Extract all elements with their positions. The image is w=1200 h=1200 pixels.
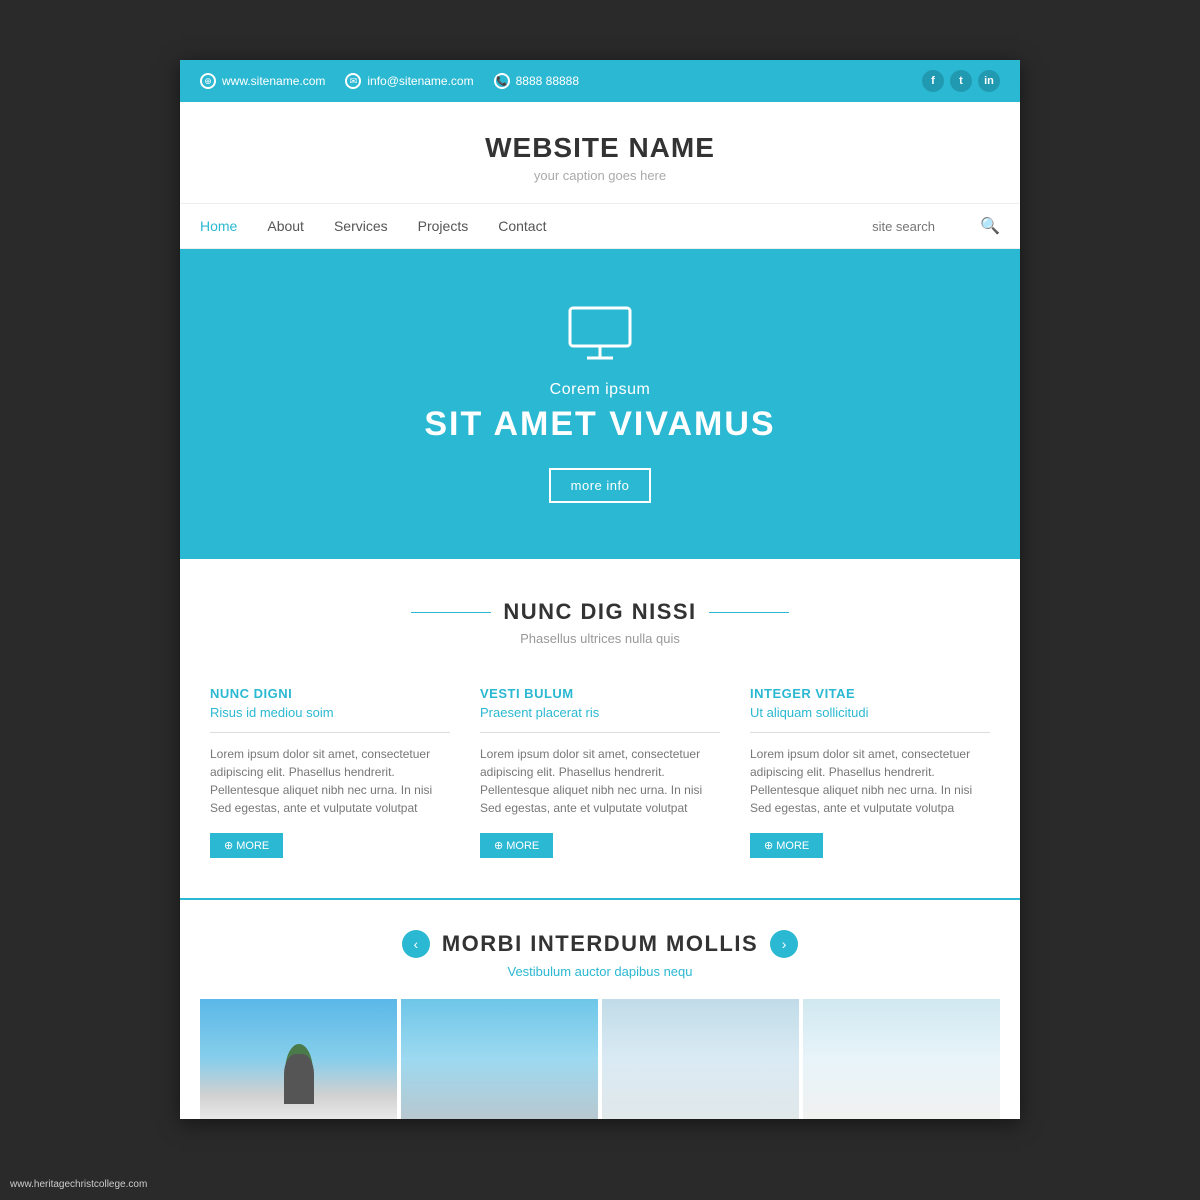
card-1-title: NUNC DIGNI (210, 686, 450, 701)
search-input[interactable] (872, 219, 972, 234)
site-title: WEBSITE NAME (200, 132, 1000, 164)
phone-icon: 📞 (494, 73, 510, 89)
website-item: ⊕ www.sitename.com (200, 73, 325, 89)
website-url: www.sitename.com (222, 74, 325, 88)
twitter-icon[interactable]: t (950, 70, 972, 92)
search-icon[interactable]: 🔍 (980, 216, 1000, 236)
hero-more-info-button[interactable]: more info (549, 468, 652, 503)
slide-4 (803, 999, 1000, 1119)
slider-title: MORBI INTERDUM MOLLIS (442, 931, 758, 957)
card-3-text: Lorem ipsum dolor sit amet, consectetuer… (750, 745, 990, 817)
navigation: Home About Services Projects Contact 🔍 (180, 203, 1020, 249)
card-2: VESTI BULUM Praesent placerat ris Lorem … (480, 686, 720, 858)
monitor-icon (565, 306, 635, 361)
slider-images (200, 999, 1000, 1119)
card-3-divider (750, 732, 990, 733)
hero-subtitle: Corem ipsum (550, 381, 651, 399)
card-1-subtitle: Risus id mediou soim (210, 705, 450, 720)
cards-grid: NUNC DIGNI Risus id mediou soim Lorem ip… (210, 686, 990, 858)
card-2-subtitle: Praesent placerat ris (480, 705, 720, 720)
social-links: f t in (922, 70, 1000, 92)
features-title: NUNC DIG NISSI (503, 599, 696, 625)
card-1-divider (210, 732, 450, 733)
email-address: info@sitename.com (367, 74, 473, 88)
hero-title: SIT AMET VIVAMUS (424, 405, 775, 444)
top-bar: ⊕ www.sitename.com ✉ info@sitename.com 📞… (180, 60, 1020, 102)
card-1: NUNC DIGNI Risus id mediou soim Lorem ip… (210, 686, 450, 858)
card-3-subtitle: Ut aliquam sollicitudi (750, 705, 990, 720)
card-2-title: VESTI BULUM (480, 686, 720, 701)
card-2-divider (480, 732, 720, 733)
cards-section: NUNC DIGNI Risus id mediou soim Lorem ip… (180, 666, 1020, 900)
search-area: 🔍 (872, 216, 1000, 236)
slide-1 (200, 999, 397, 1119)
nav-home[interactable]: Home (200, 218, 237, 234)
features-subtitle: Phasellus ultrices nulla quis (200, 631, 1000, 646)
section-divider: NUNC DIG NISSI (200, 599, 1000, 625)
card-2-more-button[interactable]: ⊕ MORE (480, 833, 553, 858)
card-3-title: INTEGER VITAE (750, 686, 990, 701)
card-1-text: Lorem ipsum dolor sit amet, consectetuer… (210, 745, 450, 817)
nav-links: Home About Services Projects Contact (200, 204, 872, 248)
nav-projects[interactable]: Projects (418, 218, 469, 234)
facebook-icon[interactable]: f (922, 70, 944, 92)
divider-line-left (411, 612, 491, 613)
slider-prev-button[interactable]: ‹ (402, 930, 430, 958)
card-3: INTEGER VITAE Ut aliquam sollicitudi Lor… (750, 686, 990, 858)
watermark: www.heritagechristcollege.com (10, 1179, 147, 1190)
card-1-more-button[interactable]: ⊕ MORE (210, 833, 283, 858)
nav-contact[interactable]: Contact (498, 218, 546, 234)
phone-number: 8888 88888 (516, 74, 579, 88)
slider-next-button[interactable]: › (770, 930, 798, 958)
slide-2 (401, 999, 598, 1119)
slider-subtitle: Vestibulum auctor dapibus nequ (200, 964, 1000, 979)
divider-line-right (709, 612, 789, 613)
phone-item: 📞 8888 88888 (494, 73, 579, 89)
website-frame: ⊕ www.sitename.com ✉ info@sitename.com 📞… (180, 60, 1020, 1119)
site-header: WEBSITE NAME your caption goes here (180, 102, 1020, 203)
email-icon: ✉ (345, 73, 361, 89)
slider-section: ‹ MORBI INTERDUM MOLLIS › Vestibulum auc… (180, 900, 1020, 1119)
email-item: ✉ info@sitename.com (345, 73, 473, 89)
linkedin-icon[interactable]: in (978, 70, 1000, 92)
features-heading: NUNC DIG NISSI Phasellus ultrices nulla … (180, 559, 1020, 666)
hero-section: Corem ipsum SIT AMET VIVAMUS more info (180, 249, 1020, 559)
card-3-more-button[interactable]: ⊕ MORE (750, 833, 823, 858)
slide-3 (602, 999, 799, 1119)
card-2-text: Lorem ipsum dolor sit amet, consectetuer… (480, 745, 720, 817)
nav-about[interactable]: About (267, 218, 304, 234)
top-bar-left: ⊕ www.sitename.com ✉ info@sitename.com 📞… (200, 73, 579, 89)
slider-heading: ‹ MORBI INTERDUM MOLLIS › (200, 930, 1000, 958)
globe-icon: ⊕ (200, 73, 216, 89)
nav-services[interactable]: Services (334, 218, 388, 234)
site-caption: your caption goes here (200, 168, 1000, 183)
